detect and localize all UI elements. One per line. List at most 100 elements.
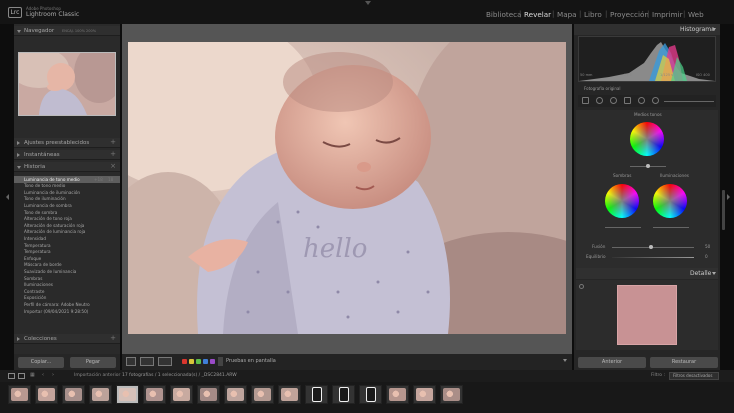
history-item[interactable]: Intensidad xyxy=(14,235,120,242)
screen-2-icon[interactable] xyxy=(18,373,25,379)
history-item[interactable]: Luminancia de tono medio +18 18 xyxy=(14,176,120,183)
filmstrip-thumbnail[interactable] xyxy=(332,385,355,404)
balance-slider[interactable] xyxy=(612,257,694,258)
midtones-color-wheel[interactable] xyxy=(630,122,664,156)
blue-label-icon[interactable] xyxy=(203,359,208,364)
midtones-slider-knob[interactable] xyxy=(646,164,650,168)
history-item[interactable]: Sombras xyxy=(14,275,120,282)
filmstrip-source[interactable]: Importación anterior xyxy=(74,373,120,378)
shadows-luminance-slider[interactable] xyxy=(605,227,641,228)
loupe-view-icon[interactable] xyxy=(126,357,136,366)
crop-icon[interactable] xyxy=(582,97,589,104)
history-item[interactable]: Alteración de saturación roja xyxy=(14,222,120,229)
module-revelar[interactable]: Revelar xyxy=(524,10,551,19)
balance-value[interactable]: 0 xyxy=(705,254,708,259)
history-item[interactable]: Perfil de cámara: Adobe Neutro xyxy=(14,301,120,308)
snapshots-header[interactable]: Instantáneas + xyxy=(14,150,120,160)
module-imprimir[interactable]: Imprimir xyxy=(652,10,683,19)
history-item[interactable]: Alteración de luminancia roja xyxy=(14,229,120,236)
module-web[interactable]: Web xyxy=(688,10,704,19)
blend-slider-knob[interactable] xyxy=(649,245,653,249)
history-item[interactable]: Luminancia de sombra xyxy=(14,202,120,209)
reset-button[interactable]: Restaurar xyxy=(650,357,718,368)
blend-value[interactable]: 50 xyxy=(705,244,710,249)
history-item[interactable]: Contraste xyxy=(14,288,120,295)
back-arrow-icon[interactable]: ‹ xyxy=(42,373,49,379)
history-item[interactable]: Iluminaciones xyxy=(14,282,120,289)
forward-arrow-icon[interactable]: › xyxy=(52,373,59,379)
filmstrip-thumbnail[interactable] xyxy=(224,385,247,404)
history-item[interactable]: Exposición xyxy=(14,295,120,302)
graduated-filter-icon[interactable] xyxy=(624,97,631,104)
filmstrip-thumbnail[interactable] xyxy=(386,385,409,404)
filmstrip-thumbnail[interactable] xyxy=(8,385,31,404)
green-label-icon[interactable] xyxy=(196,359,201,364)
presets-header[interactable]: Ajustes preestablecidos + xyxy=(14,138,120,148)
filmstrip-thumbnail[interactable] xyxy=(251,385,274,404)
history-item[interactable]: Suavizado de luminancia xyxy=(14,268,120,275)
filter-select[interactable]: Filtros desactivados xyxy=(669,372,719,380)
module-proyeccion[interactable]: Proyección xyxy=(610,10,649,19)
filmstrip-thumbnail[interactable] xyxy=(143,385,166,404)
collections-header[interactable]: Colecciones + xyxy=(14,334,120,344)
add-preset-icon[interactable]: + xyxy=(110,138,116,146)
filmstrip-thumbnail[interactable] xyxy=(89,385,112,404)
previous-button[interactable]: Anterior xyxy=(578,357,646,368)
history-item[interactable]: Importar (09/04/2021 9:28:50) xyxy=(14,308,120,315)
filmstrip-thumbnail[interactable] xyxy=(170,385,193,404)
brush-icon[interactable] xyxy=(652,97,659,104)
main-photo[interactable]: hello xyxy=(78,12,628,372)
history-item[interactable]: Alteración de tono roja xyxy=(14,216,120,223)
collapse-right-icon[interactable] xyxy=(727,194,730,200)
highlights-color-wheel[interactable] xyxy=(653,184,687,218)
history-item[interactable]: Temperatura xyxy=(14,242,120,249)
grid-view-icon[interactable]: ▦ xyxy=(30,373,37,379)
purple-label-icon[interactable] xyxy=(210,359,215,364)
right-panel-scrollbar[interactable] xyxy=(722,190,725,230)
history-item[interactable]: Temperatura xyxy=(14,249,120,256)
filmstrip-thumbnail[interactable] xyxy=(413,385,436,404)
history-header[interactable]: Historia × xyxy=(14,162,120,172)
navigator-header[interactable]: Navegador ENCAJ. 100% 200% xyxy=(14,26,120,36)
filmstrip-thumbnail[interactable] xyxy=(116,385,139,404)
red-label-icon[interactable] xyxy=(182,359,187,364)
history-item[interactable]: Enfoque xyxy=(14,255,120,262)
before-after-icon[interactable] xyxy=(140,357,154,366)
clear-history-icon[interactable]: × xyxy=(110,162,116,170)
module-biblioteca[interactable]: Biblioteca xyxy=(486,10,521,19)
shadows-color-wheel[interactable] xyxy=(605,184,639,218)
navigator-preview[interactable] xyxy=(9,43,124,116)
toolbar-menu-icon[interactable] xyxy=(563,359,567,362)
history-item[interactable]: Tono de iluminación xyxy=(14,196,120,203)
filmstrip-thumbnail[interactable] xyxy=(278,385,301,404)
history-item[interactable]: Máscara de borde xyxy=(14,262,120,269)
filmstrip-thumbnail[interactable] xyxy=(62,385,85,404)
add-collection-icon[interactable]: + xyxy=(110,334,116,342)
module-libro[interactable]: Libro xyxy=(584,10,602,19)
filmstrip-thumbnail[interactable] xyxy=(35,385,58,404)
copy-button[interactable]: Copiar... xyxy=(18,357,64,368)
highlights-luminance-slider[interactable] xyxy=(653,227,689,228)
filmstrip-thumbnail[interactable] xyxy=(359,385,382,404)
history-item[interactable]: Tono de sombra xyxy=(14,209,120,216)
proof-checkbox[interactable] xyxy=(218,357,223,366)
red-eye-icon[interactable] xyxy=(610,97,617,104)
history-item[interactable]: Tono de tono medio xyxy=(14,183,120,190)
filmstrip-thumbnail[interactable] xyxy=(440,385,463,404)
blend-slider[interactable] xyxy=(612,247,694,248)
radial-filter-icon[interactable] xyxy=(638,97,645,104)
histogram-collapse-icon[interactable] xyxy=(712,28,716,31)
spot-removal-icon[interactable] xyxy=(596,97,603,104)
collapse-top-icon[interactable] xyxy=(365,1,371,5)
detail-target-icon[interactable] xyxy=(579,284,584,289)
screen-1-icon[interactable] xyxy=(8,373,15,379)
detail-preview[interactable] xyxy=(617,285,677,345)
history-item[interactable]: Luminancia de iluminación xyxy=(14,189,120,196)
collapse-left-icon[interactable] xyxy=(6,194,9,200)
filmstrip-path[interactable]: 17 fotografías / 1 seleccionada(s) / _DS… xyxy=(122,373,237,378)
yellow-label-icon[interactable] xyxy=(189,359,194,364)
compare-icon[interactable] xyxy=(158,357,172,366)
paste-button[interactable]: Pegar xyxy=(70,357,116,368)
add-snapshot-icon[interactable]: + xyxy=(110,150,116,158)
module-mapa[interactable]: Mapa xyxy=(557,10,577,19)
